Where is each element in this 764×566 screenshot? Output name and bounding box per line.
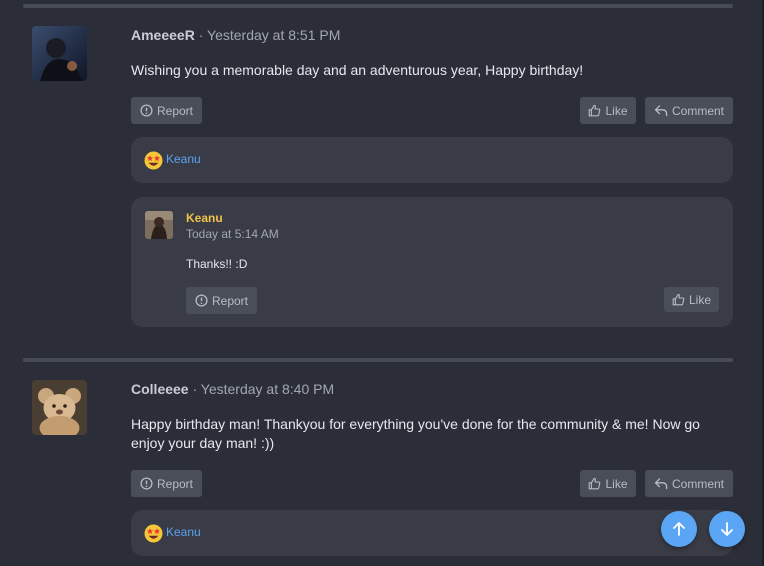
report-label: Report	[156, 103, 194, 118]
meta-separator: ·	[192, 381, 198, 397]
reply-like-button[interactable]: Like	[664, 287, 719, 312]
like-label: Like	[605, 476, 628, 491]
username[interactable]: Colleeee	[131, 381, 189, 397]
arrow-down-icon	[721, 522, 733, 536]
comment-button[interactable]: Comment	[645, 470, 733, 497]
reply-report-button[interactable]: Report	[186, 287, 257, 314]
username[interactable]: AmeeeeR	[131, 27, 195, 43]
thumbs-up-icon	[589, 477, 601, 490]
meta-separator: ·	[198, 27, 204, 43]
post-separator	[23, 4, 733, 8]
post-message-line: Happy birthday man! Thankyou for everyth…	[131, 416, 700, 432]
post-message-line: enjoy your day man! :))	[131, 435, 275, 451]
report-button[interactable]: Report	[131, 470, 202, 497]
like-label: Like	[688, 292, 711, 307]
comment-label: Comment	[671, 476, 724, 491]
star-struck-emoji-icon	[144, 151, 163, 170]
post-meta: AmeeeeR · Yesterday at 8:51 PM	[131, 27, 340, 43]
avatar[interactable]	[32, 26, 87, 81]
reply-message: Thanks!! :D	[186, 257, 248, 271]
report-label: Report	[211, 293, 249, 308]
post-message: Happy birthday man! Thankyou for everyth…	[131, 415, 700, 453]
comment-label: Comment	[671, 103, 724, 118]
like-button[interactable]: Like	[580, 97, 636, 124]
reply-avatar[interactable]	[145, 211, 173, 239]
report-icon	[140, 477, 153, 490]
report-icon	[140, 104, 153, 117]
scroll-down-button[interactable]	[709, 511, 745, 547]
reactions-panel	[131, 137, 733, 183]
post-message: Wishing you a memorable day and an adven…	[131, 62, 584, 78]
comment-button[interactable]: Comment	[645, 97, 733, 124]
reactions-panel	[131, 510, 733, 556]
like-button[interactable]: Like	[580, 470, 636, 497]
reaction-user-link[interactable]: Keanu	[166, 152, 201, 166]
like-label: Like	[605, 103, 628, 118]
post-separator	[23, 358, 733, 362]
report-label: Report	[156, 476, 194, 491]
reply-username[interactable]: Keanu	[186, 211, 223, 225]
post-meta: Colleeee · Yesterday at 8:40 PM	[131, 381, 334, 397]
thumbs-up-icon	[589, 104, 601, 117]
timestamp[interactable]: Yesterday at 8:51 PM	[207, 27, 340, 43]
reaction-user-link[interactable]: Keanu	[166, 525, 201, 539]
reply-icon	[654, 105, 668, 117]
scroll-up-button[interactable]	[661, 511, 697, 547]
thumbs-up-icon	[672, 293, 685, 306]
star-struck-emoji-icon	[144, 524, 163, 543]
reply-icon	[654, 478, 668, 490]
avatar[interactable]	[32, 380, 87, 435]
timestamp[interactable]: Yesterday at 8:40 PM	[201, 381, 334, 397]
report-icon	[195, 294, 208, 307]
arrow-up-icon	[673, 522, 685, 536]
report-button[interactable]: Report	[131, 97, 202, 124]
reply-timestamp[interactable]: Today at 5:14 AM	[186, 227, 279, 241]
